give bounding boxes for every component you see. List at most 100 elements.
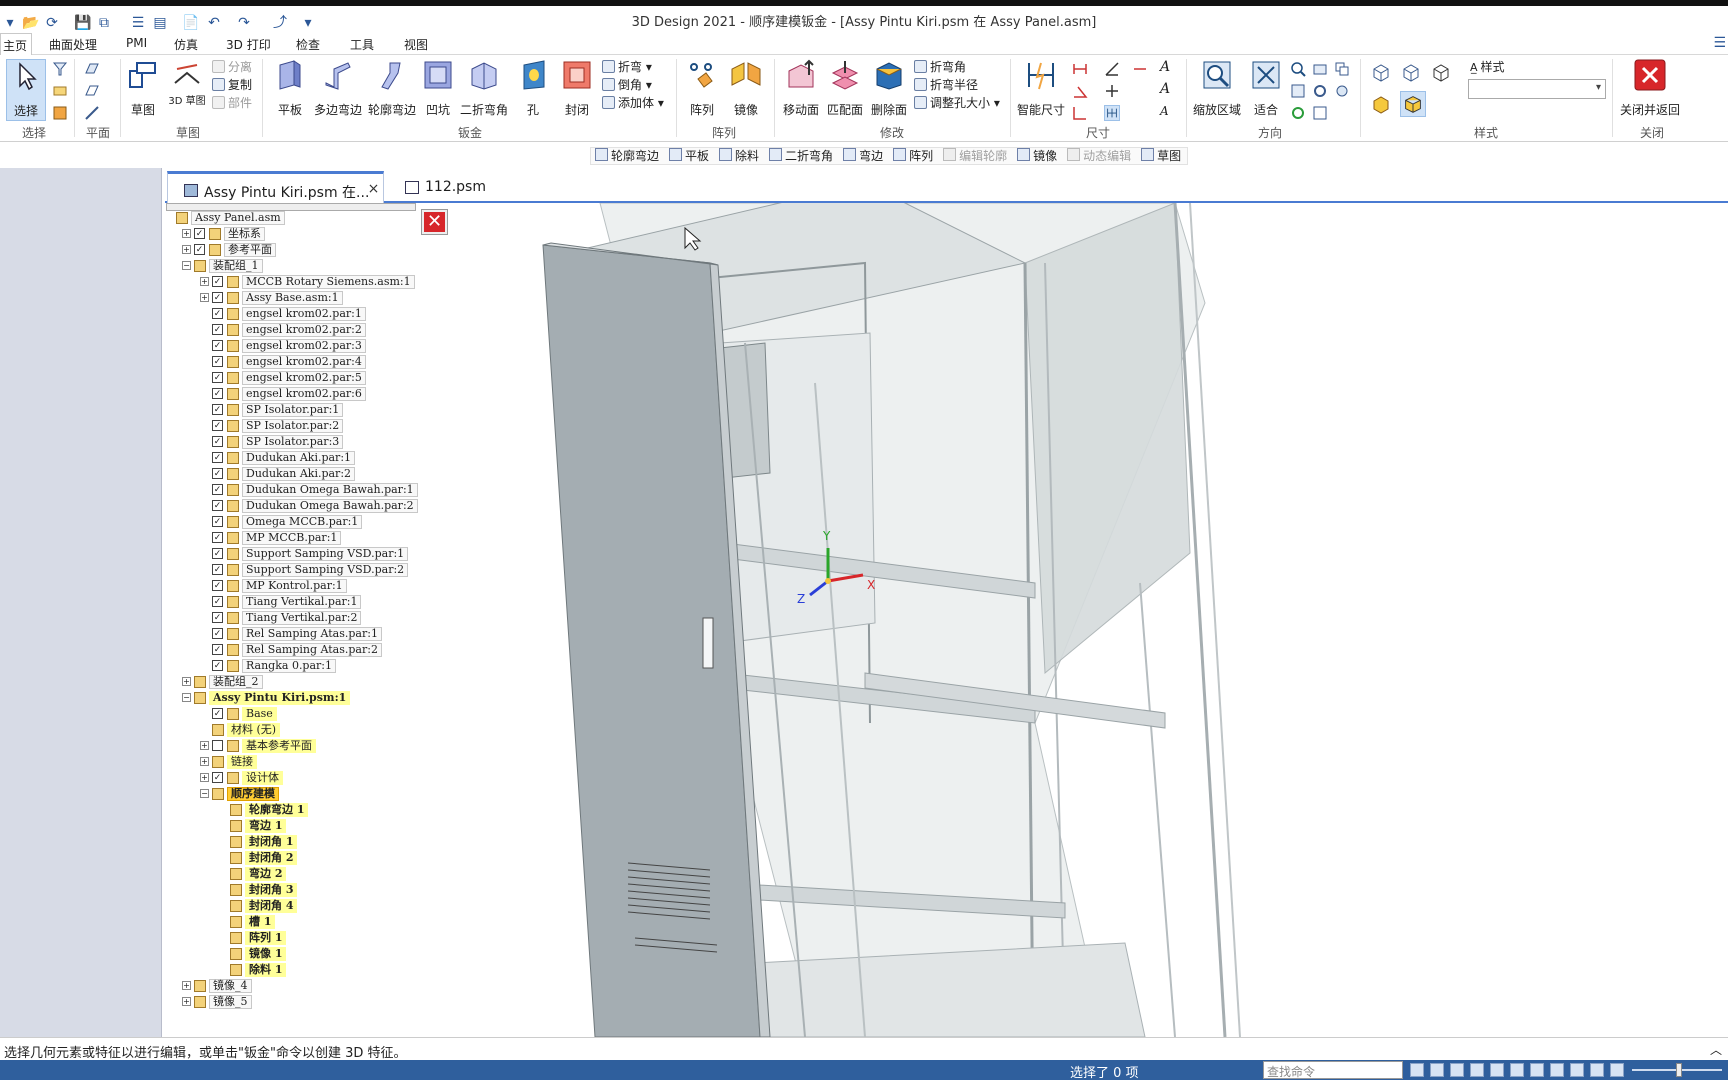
chamfer-button[interactable]: 倒角 ▾ xyxy=(602,77,652,93)
visibility-checkbox[interactable]: ✓ xyxy=(212,308,223,319)
shaded-edges-cube-icon[interactable] xyxy=(1400,91,1426,117)
collapse-icon[interactable]: − xyxy=(182,261,191,270)
tab-3d-print[interactable]: 3D 打印 xyxy=(226,36,271,53)
tree-node[interactable]: 镜像 1 xyxy=(166,947,466,961)
spin-icon[interactable] xyxy=(1312,83,1328,99)
visibility-checkbox[interactable]: ✓ xyxy=(212,372,223,383)
visibility-checkbox[interactable]: ✓ xyxy=(212,596,223,607)
visibility-checkbox[interactable]: ✓ xyxy=(212,484,223,495)
bend-button[interactable]: 折弯 ▾ xyxy=(602,59,652,75)
shaded-cube-icon[interactable] xyxy=(1370,93,1392,115)
expand-icon[interactable]: + xyxy=(182,229,191,238)
tree-node[interactable]: ✓ Omega MCCB.par:1 xyxy=(166,515,466,529)
tree-node[interactable]: ✓ Support Samping VSD.par:2 xyxy=(166,563,466,577)
wireframe-cube-icon[interactable] xyxy=(1370,61,1392,83)
sketch-part-button[interactable]: 部件 xyxy=(212,95,252,111)
cmd-3[interactable]: 二折弯角 xyxy=(765,148,839,164)
text-size-icon[interactable]: A xyxy=(1160,81,1170,97)
visibility-checkbox[interactable]: ✓ xyxy=(212,708,223,719)
named-view-icon[interactable] xyxy=(1334,61,1350,77)
visibility-checkbox[interactable]: ✓ xyxy=(194,228,205,239)
style-dropdown[interactable]: ▾ xyxy=(1468,79,1606,99)
angled-plane-icon[interactable] xyxy=(84,105,100,121)
expand-icon[interactable]: + xyxy=(182,981,191,990)
move-face-button[interactable]: 移动面 xyxy=(780,59,822,118)
delete-face-button[interactable]: 删除面 xyxy=(868,59,910,118)
visibility-checkbox[interactable]: ✓ xyxy=(212,612,223,623)
tree-node[interactable]: ✓ Rel Samping Atas.par:1 xyxy=(166,627,466,641)
tree-node[interactable]: ✓ Dudukan Aki.par:1 xyxy=(166,451,466,465)
tree-node[interactable]: 除料 1 xyxy=(166,963,466,977)
resize-hole-button[interactable]: 调整孔大小 ▾ xyxy=(914,95,1000,111)
cmd-0[interactable]: 轮廓弯边 xyxy=(591,148,665,164)
cmd-2[interactable]: 除料 xyxy=(715,148,765,164)
zoom-area-button[interactable]: 缩放区域 xyxy=(1192,59,1242,118)
seal-button[interactable]: 封闭 xyxy=(560,59,594,118)
tree-node[interactable]: + 镜像_5 xyxy=(166,995,466,1009)
tree-node[interactable]: ✓ Rel Samping Atas.par:2 xyxy=(166,643,466,657)
expand-icon[interactable]: + xyxy=(200,773,209,782)
tree-node[interactable]: ✓ Dudukan Omega Bawah.par:2 xyxy=(166,499,466,513)
tab-simulation[interactable]: 仿真 xyxy=(174,36,198,53)
contour-flange-button[interactable]: 多边弯边 xyxy=(312,59,364,118)
bend-radius-button[interactable]: 折弯半径 xyxy=(914,77,978,93)
parallel-plane-icon[interactable] xyxy=(84,83,100,99)
cmd-6[interactable]: 编辑轮廓 xyxy=(939,148,1013,164)
match-face-button[interactable]: 匹配面 xyxy=(824,59,866,118)
text-style-icon[interactable]: A xyxy=(1160,59,1170,75)
add-body-button[interactable]: 添加体 ▾ xyxy=(602,95,664,111)
visibility-checkbox[interactable]: ✓ xyxy=(212,436,223,447)
tree-node[interactable]: + ✓ 设计体 xyxy=(166,771,466,785)
rotate-status-icon[interactable] xyxy=(1510,1063,1524,1077)
expand-icon[interactable]: ︿ xyxy=(1710,1041,1722,1058)
dimple-button[interactable]: 凹坑 xyxy=(420,59,456,118)
tree-node[interactable]: 封闭角 3 xyxy=(166,883,466,897)
visibility-checkbox[interactable]: ✓ xyxy=(212,580,223,591)
cmd-8[interactable]: 动态编辑 xyxy=(1063,148,1137,164)
visibility-checkbox[interactable]: ✓ xyxy=(212,532,223,543)
visibility-checkbox[interactable]: ✓ xyxy=(212,564,223,575)
visibility-checkbox[interactable]: ✓ xyxy=(212,644,223,655)
tree-node[interactable]: 封闭角 4 xyxy=(166,899,466,913)
doc-tab-112[interactable]: 112.psm xyxy=(389,171,500,203)
fit-button[interactable]: 适合 xyxy=(1248,59,1284,118)
tree-node[interactable]: ✓ SP Isolator.par:2 xyxy=(166,419,466,433)
visibility-checkbox[interactable]: ✓ xyxy=(212,452,223,463)
tree-close-icon[interactable]: ✕ xyxy=(421,209,448,235)
tree-node[interactable]: + ✓ Assy Base.asm:1 xyxy=(166,291,466,305)
display-icon[interactable] xyxy=(1490,1063,1504,1077)
sync-status-icon[interactable] xyxy=(1530,1063,1544,1077)
tree-node[interactable]: + 装配组_2 xyxy=(166,675,466,689)
text-small-icon[interactable]: A xyxy=(1160,103,1169,119)
visibility-checkbox[interactable]: ✓ xyxy=(212,324,223,335)
distance-icon[interactable] xyxy=(1072,61,1088,77)
tree-node[interactable]: + 链接 xyxy=(166,755,466,769)
symmetric-dim-icon[interactable] xyxy=(1104,83,1120,99)
tree-node[interactable]: ✓ engsel krom02.par:5 xyxy=(166,371,466,385)
zoom-slider-thumb[interactable] xyxy=(1676,1063,1682,1077)
expand-icon[interactable]: + xyxy=(200,293,209,302)
visibility-checkbox[interactable]: ✓ xyxy=(212,468,223,479)
visibility-checkbox[interactable]: ✓ xyxy=(212,516,223,527)
expand-icon[interactable]: + xyxy=(182,677,191,686)
command-search-input[interactable]: 查找命令 xyxy=(1263,1061,1403,1079)
visibility-checkbox[interactable]: ✓ xyxy=(212,548,223,559)
tree-node[interactable]: ✓ MP Kontrol.par:1 xyxy=(166,579,466,593)
cmd-5[interactable]: 阵列 xyxy=(889,148,939,164)
tree-node[interactable]: 阵列 1 xyxy=(166,931,466,945)
tab-view[interactable]: 视图 xyxy=(404,36,428,53)
view-fit-icon[interactable] xyxy=(1430,1063,1444,1077)
cmd-1[interactable]: 平板 xyxy=(665,148,715,164)
hidden-edge-cube-icon[interactable] xyxy=(1400,61,1422,83)
visibility-checkbox[interactable]: ✓ xyxy=(212,356,223,367)
sketch-button[interactable]: 草图 xyxy=(124,59,162,118)
tree-node[interactable]: − Assy Pintu Kiri.psm:1 xyxy=(166,691,466,705)
close-corner-button[interactable]: 二折弯角 xyxy=(458,59,510,118)
tree-node[interactable]: + ✓ 坐标系 xyxy=(166,227,466,241)
close-tab-icon[interactable]: × xyxy=(368,181,380,197)
zoom-out-icon[interactable] xyxy=(1610,1063,1624,1077)
expand-icon[interactable]: + xyxy=(200,757,209,766)
visibility-checkbox[interactable]: ✓ xyxy=(212,500,223,511)
select-part-icon[interactable] xyxy=(52,105,68,121)
zoom-status-icon[interactable] xyxy=(1450,1063,1464,1077)
